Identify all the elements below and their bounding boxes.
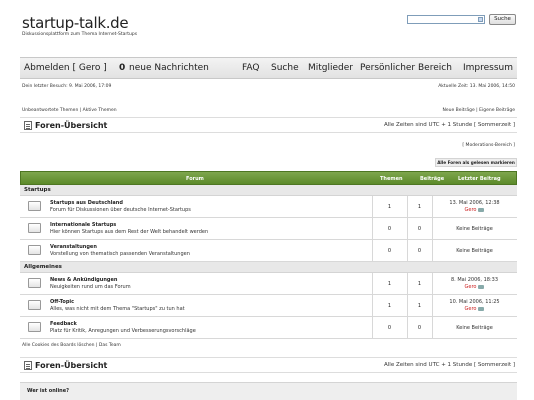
forum-status-icon (28, 278, 41, 288)
current-time: Aktuelle Zeit: 13. Mai 2006, 14:50 (438, 84, 515, 89)
no-posts-label: Keine Beiträge (456, 325, 493, 331)
category-row: Allgemeines (20, 262, 517, 273)
last-post-user[interactable]: Gero (465, 306, 477, 312)
who-is-online: Wer ist online? (20, 382, 517, 400)
search-input[interactable] (407, 15, 485, 24)
forum-name[interactable]: Veranstaltungen (50, 244, 97, 250)
last-post-date: 13. Mai 2006, 12:38 (449, 200, 500, 206)
who-is-online-title[interactable]: Wer ist online? (27, 388, 69, 394)
forum-description: Hier können Startups aus dem Rest der We… (50, 229, 209, 235)
forum-row: Feedback Platz für Kritik, Anregungen un… (20, 317, 517, 339)
faq-link[interactable]: FAQ (242, 63, 259, 73)
post-count: 0 (417, 248, 422, 254)
post-count: 1 (417, 303, 422, 309)
no-posts-label: Keine Beiträge (456, 226, 493, 232)
post-count: 1 (417, 204, 422, 210)
topic-count: 1 (387, 303, 392, 309)
forum-index-header: Foren-Übersicht Alle Zeiten sind UTC + 1… (20, 117, 517, 133)
goto-post-icon[interactable] (478, 207, 485, 212)
document-icon (24, 121, 32, 130)
messages-count[interactable]: 0 (119, 63, 125, 73)
document-icon (24, 361, 32, 370)
moderation-link[interactable]: [ Moderations-Bereich ] (462, 143, 515, 148)
personal-area-link[interactable]: Persönlicher Bereich (360, 63, 452, 73)
forum-name[interactable]: News & Ankündigungen (50, 277, 117, 283)
dropdown-icon (478, 17, 483, 22)
forum-name[interactable]: Internationale Startups (50, 222, 116, 228)
category-row: Startups (20, 185, 517, 196)
last-post-user[interactable]: Gero (465, 207, 477, 213)
cookie-team-links[interactable]: Alle Cookies des Boards löschen | Das Te… (22, 343, 121, 348)
table-header: Forum Themen Beiträge Letzter Beitrag (20, 171, 517, 185)
forum-status-icon (28, 322, 41, 332)
topic-count: 1 (387, 204, 392, 210)
col-posts: Beiträge (420, 176, 445, 182)
goto-post-icon[interactable] (478, 306, 485, 311)
forum-status-icon (28, 201, 41, 211)
main-nav: Abmelden [ Gero ] 0 neue Nachrichten FAQ… (20, 57, 517, 79)
last-post-author: Gero (432, 284, 517, 290)
mark-all-read-button[interactable]: Alle Foren als gelesen markieren (435, 158, 517, 167)
topic-count: 0 (387, 226, 392, 232)
site-tagline: Diskussionsplattform zum Thema Internet-… (22, 32, 138, 37)
forum-name[interactable]: Feedback (50, 321, 77, 327)
col-forum: Forum (186, 176, 204, 182)
timezone-info: Alle Zeiten sind UTC + 1 Stunde [ Sommer… (384, 362, 515, 368)
no-posts-label: Keine Beiträge (456, 248, 493, 254)
forum-description: Forum für Diskussionen über deutsche Int… (50, 207, 191, 213)
goto-post-icon[interactable] (478, 284, 485, 289)
topic-links[interactable]: Unbeantwortete Themen | Aktive Themen (22, 108, 117, 113)
forum-description: Platz für Kritik, Anregungen und Verbess… (50, 328, 196, 334)
forum-index-title[interactable]: Foren-Übersicht (35, 121, 107, 130)
topic-count: 0 (387, 248, 392, 254)
post-count: 0 (417, 226, 422, 232)
forum-status-icon (28, 223, 41, 233)
last-post-date: 8. Mai 2006, 18:33 (450, 277, 499, 283)
forum-index-title[interactable]: Foren-Übersicht (35, 361, 107, 370)
forum-name[interactable]: Startups aus Deutschland (50, 200, 123, 206)
category-name[interactable]: Startups (24, 187, 51, 193)
page: startup-talk.de Diskussionsplattform zum… (20, 0, 517, 400)
col-topics: Themen (380, 176, 403, 182)
last-post-author: Gero (432, 306, 517, 312)
forum-row: Off-Topic Alles, was nicht mit dem Thema… (20, 295, 517, 317)
site-logo[interactable]: startup-talk.de (22, 14, 129, 32)
last-post-author: Gero (432, 207, 517, 213)
forum-status-icon (28, 300, 41, 310)
topic-count: 1 (387, 281, 392, 287)
post-links[interactable]: Neue Beiträge | Eigene Beiträge (442, 108, 515, 113)
forum-row: Startups aus Deutschland Forum für Disku… (20, 196, 517, 218)
forum-description: Neuigkeiten rund um das Forum (50, 284, 131, 290)
forum-table: Forum Themen Beiträge Letzter Beitrag St… (20, 171, 517, 339)
imprint-link[interactable]: Impressum (463, 63, 513, 73)
post-count: 1 (417, 281, 422, 287)
forum-description: Alles, was nicht mit dem Thema "Startups… (50, 306, 185, 312)
members-link[interactable]: Mitglieder (308, 63, 353, 73)
forum-row: Veranstaltungen Vorstellung von thematis… (20, 240, 517, 262)
search-link[interactable]: Suche (271, 63, 299, 73)
forum-description: Vorstellung von thematisch passenden Ver… (50, 251, 190, 257)
messages-link[interactable]: neue Nachrichten (129, 63, 209, 73)
topic-count: 0 (387, 325, 392, 331)
last-post-user[interactable]: Gero (465, 284, 477, 290)
last-post-date: 10. Mai 2006, 11:25 (449, 299, 500, 305)
category-name[interactable]: Allgemeines (24, 264, 62, 270)
forum-index-footer: Foren-Übersicht Alle Zeiten sind UTC + 1… (20, 357, 517, 373)
logout-link[interactable]: Abmelden [ Gero ] (24, 63, 107, 73)
forum-row: News & Ankündigungen Neuigkeiten rund um… (20, 273, 517, 295)
forum-row: Internationale Startups Hier können Star… (20, 218, 517, 240)
post-count: 0 (417, 325, 422, 331)
col-last-post: Letzter Beitrag (458, 176, 501, 182)
last-visit: Dein letzter Besuch: 9. Mai 2006, 17:09 (22, 84, 112, 89)
forum-status-icon (28, 245, 41, 255)
search-button[interactable]: Suche (489, 14, 516, 25)
timezone-info: Alle Zeiten sind UTC + 1 Stunde [ Sommer… (384, 122, 515, 128)
forum-name[interactable]: Off-Topic (50, 299, 74, 305)
